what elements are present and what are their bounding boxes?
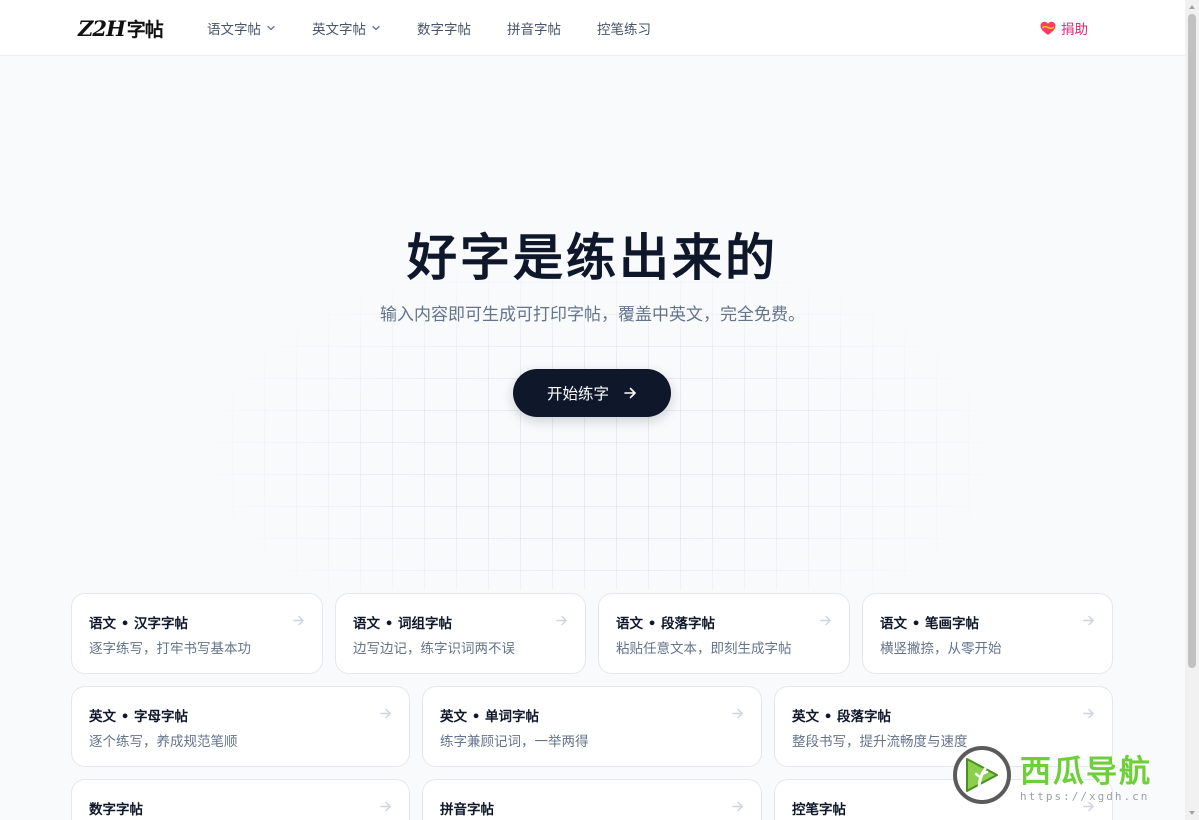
nav-label: 语文字帖 [207, 22, 261, 38]
nav-item-pinyin[interactable]: 拼音字帖 [507, 18, 561, 38]
nav-item-pen-control[interactable]: 控笔练习 [597, 18, 651, 38]
watermelon-logo-icon [953, 746, 1011, 804]
card-title: 语文 • 段落字帖 [616, 616, 716, 632]
scrollbar-thumb[interactable] [1188, 14, 1196, 668]
arrow-right-icon [293, 615, 304, 626]
card-desc: 逐字练写，打牢书写基本功 [89, 641, 251, 657]
arrow-right-icon [380, 801, 391, 812]
card-numbers[interactable]: 数字字帖 [71, 779, 410, 820]
card-pinyin[interactable]: 拼音字帖 [422, 779, 762, 820]
logo-cn: 字帖 [126, 18, 164, 41]
donate-label: 捐助 [1061, 22, 1088, 38]
card-desc: 粘贴任意文本，即刻生成字帖 [616, 641, 792, 657]
card-title: 数字字帖 [89, 802, 143, 818]
hero-subtitle: 输入内容即可生成可打印字帖，覆盖中英文，完全免费。 [380, 305, 805, 325]
top-navbar: Z2H 字帖 语文字帖 英文字帖 数字字帖 拼音字帖 控笔练习 捐助 [0, 0, 1185, 56]
nav-label: 控笔练习 [597, 22, 651, 38]
card-title: 语文 • 笔画字帖 [880, 616, 980, 632]
site-logo[interactable]: Z2H 字帖 [78, 13, 164, 43]
hero-title: 好字是练出来的 [407, 229, 778, 287]
watermark-url: https://xgdh.cn [1020, 790, 1150, 803]
card-chinese-paragraph[interactable]: 语文 • 段落字帖 粘贴任意文本，即刻生成字帖 [598, 593, 850, 674]
page-scrollbar[interactable] [1185, 0, 1199, 820]
nav-item-chinese[interactable]: 语文字帖 [207, 18, 276, 38]
card-title: 语文 • 汉字字帖 [89, 616, 189, 632]
arrow-right-icon [624, 387, 636, 399]
card-chinese-phrases[interactable]: 语文 • 词组字帖 边写边记，练字识词两不误 [335, 593, 586, 674]
main-nav: 语文字帖 英文字帖 数字字帖 拼音字帖 控笔练习 [207, 0, 687, 56]
arrow-right-icon [1083, 615, 1094, 626]
card-title: 英文 • 段落字帖 [792, 709, 892, 725]
card-desc: 整段书写，提升流畅度与速度 [792, 734, 968, 750]
heart-icon [1040, 21, 1056, 35]
card-title: 拼音字帖 [440, 802, 494, 818]
arrow-right-icon [1083, 708, 1094, 719]
donate-link[interactable]: 捐助 [1040, 18, 1088, 38]
cta-label: 开始练字 [546, 385, 609, 403]
nav-label: 拼音字帖 [507, 22, 561, 38]
card-title: 控笔字帖 [792, 802, 846, 818]
chevron-down-icon [371, 23, 381, 33]
card-desc: 逐个练写，养成规范笔顺 [89, 734, 238, 750]
scroll-up-arrow-icon[interactable] [1188, 3, 1196, 11]
watermark: 西瓜导航 https://xgdh.cn [952, 742, 1182, 810]
card-title: 英文 • 单词字帖 [440, 709, 540, 725]
nav-label: 数字字帖 [417, 22, 471, 38]
watermark-brand: 西瓜导航 [1020, 754, 1152, 790]
arrow-right-icon [556, 615, 567, 626]
nav-item-numbers[interactable]: 数字字帖 [417, 18, 471, 38]
logo-latin: Z2H [78, 15, 126, 41]
card-desc: 练字兼顾记词，一举两得 [440, 734, 589, 750]
card-chinese-characters[interactable]: 语文 • 汉字字帖 逐字练写，打牢书写基本功 [71, 593, 323, 674]
chevron-down-icon [266, 23, 276, 33]
arrow-right-icon [380, 708, 391, 719]
start-practice-button[interactable]: 开始练字 [513, 369, 671, 417]
card-english-letters[interactable]: 英文 • 字母字帖 逐个练写，养成规范笔顺 [71, 686, 410, 767]
card-chinese-strokes[interactable]: 语文 • 笔画字帖 横竖撇捺，从零开始 [862, 593, 1113, 674]
card-title: 语文 • 词组字帖 [353, 616, 453, 632]
card-title: 英文 • 字母字帖 [89, 709, 189, 725]
card-english-words[interactable]: 英文 • 单词字帖 练字兼顾记词，一举两得 [422, 686, 762, 767]
arrow-right-icon [820, 615, 831, 626]
arrow-right-icon [732, 801, 743, 812]
arrow-right-icon [732, 708, 743, 719]
nav-label: 英文字帖 [312, 22, 366, 38]
card-desc: 横竖撇捺，从零开始 [880, 641, 1002, 657]
nav-item-english[interactable]: 英文字帖 [312, 18, 381, 38]
scroll-down-arrow-icon[interactable] [1188, 809, 1196, 817]
card-desc: 边写边记，练字识词两不误 [353, 641, 515, 657]
